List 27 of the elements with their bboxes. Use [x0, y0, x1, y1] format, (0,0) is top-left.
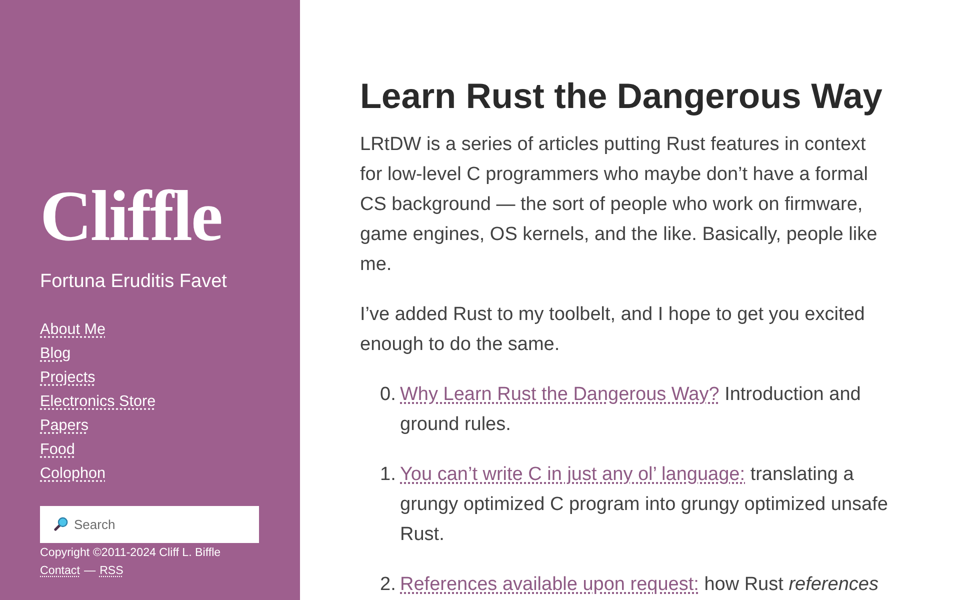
nav-link[interactable]: Blog [40, 342, 71, 366]
list-number: 1. [380, 463, 397, 487]
nav-link[interactable]: Colophon [40, 462, 106, 486]
nav-link[interactable]: Projects [40, 366, 96, 390]
article-link[interactable]: You can’t write C in just any ol’ language: [400, 464, 746, 485]
article-link[interactable]: Why Learn Rust the Dangerous Way? [400, 384, 720, 405]
search-field[interactable]: Search [40, 506, 259, 543]
intro-paragraph: I’ve added Rust to my toolbelt, and I hope to get you excited enough to do the same. [360, 303, 866, 357]
page-title: Learn Rust the Dangerous Way [360, 76, 884, 118]
copyright-text: Copyright ©2011-2024 Cliff L. Biffle [40, 545, 221, 561]
article-description: You can’t write C in just any ol’ language: translating a grungy optimized C program into grungy optimized unsafe Rust. [400, 463, 889, 547]
article-description: References available upon request: how Rust references [400, 573, 880, 597]
site-tagline: Fortuna Eruditis Favet [40, 270, 227, 294]
search-icon [54, 517, 68, 531]
link-separator: — [84, 563, 96, 579]
nav-link[interactable]: Food [40, 438, 75, 462]
nav-link[interactable]: About Me [40, 318, 106, 342]
nav-link[interactable]: Papers [40, 414, 88, 438]
intro-paragraph: LRtDW is a series of articles putting Rust features in context for low-level C programmers who maybe don’t have a formal CS background — the sort of people who work on firmware, game engines, OS kernels, and the like. Basically, people like me. [360, 133, 878, 277]
footer-link[interactable]: RSS [100, 562, 124, 580]
article-description: Why Learn Rust the Dangerous Way? Introduction and ground rules. [400, 383, 862, 437]
site-logo[interactable]: Cliffle [40, 180, 222, 252]
article-link[interactable]: References available upon request: [400, 574, 699, 595]
footer-link[interactable]: Contact [40, 562, 80, 580]
nav-link[interactable]: Electronics Store [40, 390, 156, 414]
list-number: 2. [380, 573, 397, 597]
list-number: 0. [380, 383, 397, 407]
